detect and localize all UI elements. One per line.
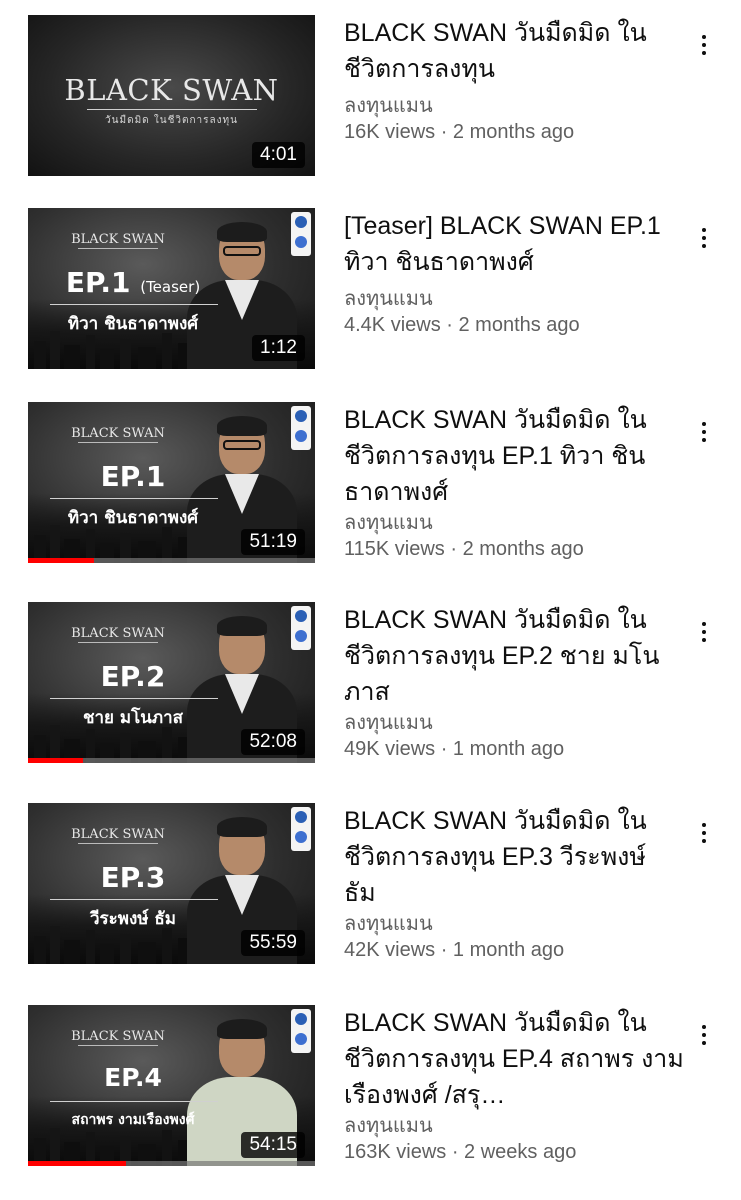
video-meta[interactable]: BLACK SWAN วันมืดมิด ในชีวิตการลงทุน ลงท… xyxy=(344,15,684,145)
thumbnail-logo-text: BLACK SWAN xyxy=(71,426,165,441)
thumbnail-logo-text: BLACK SWAN xyxy=(71,1029,165,1044)
video-thumbnail[interactable]: BLACK SWAN EP.4 สถาพร งามเรืองพงศ์ 54:15 xyxy=(28,1005,315,1166)
thumbnail-logo-text: BLACK SWAN xyxy=(71,626,165,641)
video-title[interactable]: BLACK SWAN วันมืดมิด ในชีวิตการลงทุน EP.… xyxy=(344,602,684,710)
duration-badge: 1:12 xyxy=(252,335,305,361)
sponsor-logos xyxy=(291,807,311,851)
thumbnail-logo: BLACK SWAN xyxy=(68,827,168,845)
video-title[interactable]: BLACK SWAN วันมืดมิด ในชีวิตการลงทุน EP.… xyxy=(344,1005,684,1113)
duration-badge: 51:19 xyxy=(241,529,305,555)
guest-name: ทิวา ชินธาดาพงศ์ xyxy=(67,508,199,528)
episode-number: EP.2 xyxy=(100,660,166,693)
channel-name[interactable]: ลงทุนแมน xyxy=(344,286,684,312)
watch-progress-bar xyxy=(28,1161,126,1166)
video-thumbnail[interactable]: BLACK SWAN EP.2 ชาย มโนภาส 52:08 xyxy=(28,602,315,763)
duration-badge: 55:59 xyxy=(241,930,305,956)
channel-name[interactable]: ลงทุนแมน xyxy=(344,1113,684,1139)
more-options-icon[interactable] xyxy=(696,819,712,849)
thumbnail-logo: BLACK SWAN xyxy=(68,626,168,644)
video-item[interactable]: BLACK SWAN EP.4 สถาพร งามเรืองพงศ์ 54:15… xyxy=(0,1005,741,1175)
episode-tag: (Teaser) xyxy=(140,278,201,296)
video-thumbnail[interactable]: BLACK SWAN EP.1 ทิวา ชินธาดาพงศ์ 51:19 xyxy=(28,402,315,563)
episode-number: EP.4 xyxy=(104,1063,162,1092)
video-stats: 115K views · 2 months ago xyxy=(344,538,584,560)
guest-name: วีระพงษ์ ธัม xyxy=(89,909,177,929)
more-options-icon[interactable] xyxy=(696,618,712,648)
thumbnail-logo-subtext: วันมืดมิด ในชีวิตการลงทุน xyxy=(105,115,238,126)
video-item[interactable]: BLACK SWAN EP.3 วีระพงษ์ ธัม 55:59 BLACK… xyxy=(0,803,741,973)
video-stats: 163K views · 2 weeks ago xyxy=(344,1141,577,1163)
guest-name: ทิวา ชินธาดาพงศ์ xyxy=(67,314,199,334)
duration-badge: 54:15 xyxy=(241,1132,305,1158)
thumbnail-logo-text: BLACK SWAN xyxy=(71,232,165,247)
channel-name[interactable]: ลงทุนแมน xyxy=(344,710,684,736)
channel-name[interactable]: ลงทุนแมน xyxy=(344,510,684,536)
episode-number: EP.1 xyxy=(65,266,131,299)
guest-name: ชาย มโนภาส xyxy=(82,708,184,728)
watch-progress-bar xyxy=(28,758,83,763)
sponsor-logos xyxy=(291,606,311,650)
video-thumbnail[interactable]: BLACK SWAN วันมืดมิด ในชีวิตการลงทุน 4:0… xyxy=(28,15,315,176)
more-options-icon[interactable] xyxy=(696,418,712,448)
channel-name[interactable]: ลงทุนแมน xyxy=(344,93,684,119)
video-title[interactable]: BLACK SWAN วันมืดมิด ในชีวิตการลงทุน xyxy=(344,15,684,87)
sponsor-logos xyxy=(291,406,311,450)
episode-label: EP.1 (Teaser) xyxy=(48,266,218,299)
episode-number: EP.3 xyxy=(100,861,166,894)
video-meta[interactable]: BLACK SWAN วันมืดมิด ในชีวิตการลงทุน EP.… xyxy=(344,803,684,963)
video-thumbnail[interactable]: BLACK SWAN EP.3 วีระพงษ์ ธัม 55:59 xyxy=(28,803,315,964)
channel-name[interactable]: ลงทุนแมน xyxy=(344,911,684,937)
video-stats: 16K views · 2 months ago xyxy=(344,121,575,143)
video-title[interactable]: BLACK SWAN วันมืดมิด ในชีวิตการลงทุน EP.… xyxy=(344,803,684,911)
sponsor-logos xyxy=(291,1009,311,1053)
sponsor-logos xyxy=(291,212,311,256)
more-options-icon[interactable] xyxy=(696,1021,712,1051)
thumbnail-logo-text: BLACK SWAN xyxy=(64,73,279,107)
video-stats: 42K views · 1 month ago xyxy=(344,939,565,961)
more-options-icon[interactable] xyxy=(696,31,712,61)
video-thumbnail[interactable]: BLACK SWAN EP.1 (Teaser) ทิวา ชินธาดาพงศ… xyxy=(28,208,315,369)
video-item[interactable]: BLACK SWAN EP.2 ชาย มโนภาส 52:08 BLACK S… xyxy=(0,602,741,772)
thumbnail-logo: BLACK SWAN xyxy=(68,1029,168,1047)
thumbnail-logo: BLACK SWAN xyxy=(68,232,168,250)
video-item[interactable]: BLACK SWAN EP.1 (Teaser) ทิวา ชินธาดาพงศ… xyxy=(0,208,741,378)
video-stats: 4.4K views · 2 months ago xyxy=(344,314,580,336)
more-options-icon[interactable] xyxy=(696,224,712,254)
duration-badge: 52:08 xyxy=(241,729,305,755)
video-stats: 49K views · 1 month ago xyxy=(344,738,565,760)
video-meta[interactable]: BLACK SWAN วันมืดมิด ในชีวิตการลงทุน EP.… xyxy=(344,1005,684,1165)
thumbnail-logo-text: BLACK SWAN xyxy=(71,827,165,842)
video-meta[interactable]: [Teaser] BLACK SWAN EP.1 ทิวา ชินธาดาพงศ… xyxy=(344,208,684,338)
thumbnail-logo: BLACK SWAN วันมืดมิด ในชีวิตการลงทุน xyxy=(28,73,315,128)
watch-progress-bar xyxy=(28,558,94,563)
thumbnail-logo: BLACK SWAN xyxy=(68,426,168,444)
video-item[interactable]: BLACK SWAN EP.1 ทิวา ชินธาดาพงศ์ 51:19 B… xyxy=(0,402,741,572)
video-meta[interactable]: BLACK SWAN วันมืดมิด ในชีวิตการลงทุน EP.… xyxy=(344,602,684,762)
video-title[interactable]: BLACK SWAN วันมืดมิด ในชีวิตการลงทุน EP.… xyxy=(344,402,684,510)
video-title[interactable]: [Teaser] BLACK SWAN EP.1 ทิวา ชินธาดาพงศ… xyxy=(344,208,684,280)
episode-number: EP.1 xyxy=(100,460,166,493)
video-item[interactable]: BLACK SWAN วันมืดมิด ในชีวิตการลงทุน 4:0… xyxy=(0,15,741,185)
duration-badge: 4:01 xyxy=(252,142,305,168)
video-meta[interactable]: BLACK SWAN วันมืดมิด ในชีวิตการลงทุน EP.… xyxy=(344,402,684,562)
guest-name: สถาพร งามเรืองพงศ์ xyxy=(71,1112,195,1128)
